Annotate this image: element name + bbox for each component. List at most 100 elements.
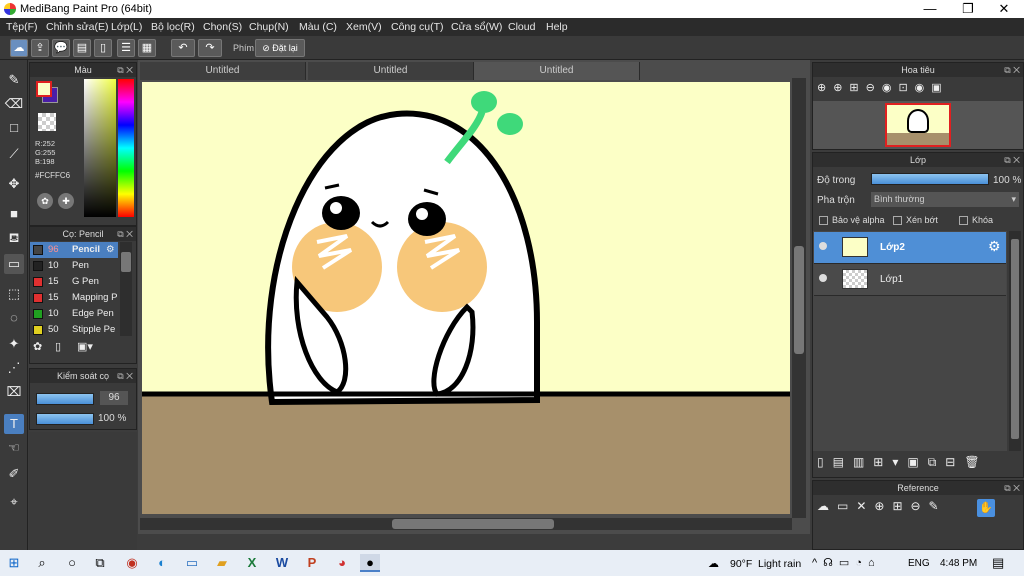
system-tray-icons[interactable]: ^☊▭◔⌂ — [812, 556, 881, 569]
menu-capture[interactable]: Chụp(N) — [249, 21, 289, 33]
tab-untitled-3[interactable]: Untitled — [474, 62, 640, 80]
visibility-icon[interactable] — [819, 274, 827, 282]
page-icon[interactable]: ▯ — [94, 39, 112, 57]
clipping-checkbox[interactable] — [893, 216, 902, 225]
reference-tool-icons[interactable]: ☁▭✕⊕⊞⊖✎ — [817, 499, 947, 513]
redo-button[interactable]: ↷ — [198, 39, 222, 57]
menu-edit[interactable]: Chỉnh sửa(E) — [46, 21, 108, 33]
panel-icon[interactable]: ▦ — [138, 39, 156, 57]
task-view-icon[interactable]: ⧉ — [90, 554, 110, 572]
gradient-tool-icon[interactable]: ▭ — [4, 254, 24, 274]
brush-item[interactable]: 15 Mapping P — [30, 290, 118, 306]
horizontal-scrollbar[interactable] — [140, 518, 792, 530]
menu-filter[interactable]: Bộ lọc(R) — [151, 21, 195, 33]
tab-untitled-1[interactable]: Untitled — [140, 62, 306, 80]
close-button[interactable]: ✕ — [986, 0, 1022, 18]
menu-color[interactable]: Màu (C) — [299, 21, 337, 33]
move-tool-icon[interactable]: ✥ — [4, 174, 24, 194]
menu-view[interactable]: Xem(V) — [346, 21, 382, 33]
hand-tool-icon[interactable]: ☜ — [4, 438, 24, 458]
menu-layer[interactable]: Lớp(L) — [111, 21, 142, 33]
dot-tool-icon[interactable]: ⟋ — [4, 144, 24, 164]
language-indicator[interactable]: ENG — [908, 558, 930, 569]
layer-action-icons[interactable]: ▯▤▥⊞▾▣⧉⊟🗑 — [817, 455, 989, 470]
drawing-canvas[interactable] — [142, 82, 790, 514]
bucket-tool-icon[interactable]: ⛾ — [4, 228, 24, 248]
lock-checkbox[interactable] — [959, 216, 968, 225]
layer-row-active[interactable]: Lớp2 ⚙ — [814, 232, 1006, 264]
protect-alpha-checkbox[interactable] — [819, 216, 828, 225]
brush-item[interactable]: 15 G Pen — [30, 274, 118, 290]
panel-close-icon[interactable]: ⧉ ✕ — [117, 227, 133, 241]
lasso-tool-icon[interactable]: ◌ — [4, 308, 24, 328]
cloud-icon[interactable]: ☁ — [10, 39, 28, 57]
brush-item[interactable]: 10 Edge Pen — [30, 306, 118, 322]
weather-icon[interactable]: ☁ — [708, 557, 719, 570]
monitor-icon[interactable]: ▭ — [182, 554, 202, 572]
transparent-swatch-icon[interactable] — [38, 113, 56, 131]
layer-opacity-slider[interactable] — [871, 173, 989, 185]
tab-untitled-2[interactable]: Untitled — [308, 62, 474, 80]
saturation-value-picker[interactable] — [84, 79, 116, 217]
menu-help[interactable]: Help — [546, 21, 568, 33]
palette-icon[interactable]: ✿ — [37, 193, 53, 209]
brush-size-slider[interactable] — [36, 393, 94, 405]
panel-close-icon[interactable]: ⧉ ✕ — [1004, 153, 1020, 167]
share-icon[interactable]: ⇪ — [31, 39, 49, 57]
text-tool-icon[interactable]: T — [4, 414, 24, 434]
select-pen-tool-icon[interactable]: ⋰ — [4, 358, 24, 378]
windows-start-icon[interactable]: ⊞ — [4, 554, 24, 572]
eyedropper-tool-icon[interactable]: ⌖ — [4, 492, 24, 512]
panel-close-icon[interactable]: ⧉ ✕ — [1004, 63, 1020, 77]
fill-rect-tool-icon[interactable]: ■ — [4, 204, 24, 224]
navigator-thumbnail[interactable] — [885, 103, 951, 147]
layer-list-scrollbar[interactable] — [1009, 231, 1021, 451]
brush-opacity-slider[interactable] — [36, 413, 94, 425]
layer-row[interactable]: Lớp1 — [814, 264, 1006, 296]
menu-cloud[interactable]: Cloud — [508, 21, 535, 33]
brush-tool-icon[interactable]: ✎ — [4, 70, 24, 90]
search-icon[interactable]: ⌕ — [32, 554, 52, 572]
brush-item[interactable]: 50 Stipple Pe — [30, 322, 118, 338]
brush-menu-icon[interactable]: ▣▾ — [77, 340, 99, 356]
brush-size-value[interactable]: 96 — [100, 391, 128, 405]
shape-tool-icon[interactable]: □ — [4, 118, 24, 138]
clock[interactable]: 4:48 PM — [940, 558, 977, 569]
comment-icon[interactable]: ▤ — [73, 39, 91, 57]
select-rect-tool-icon[interactable]: ⬚ — [4, 284, 24, 304]
powerpoint-icon[interactable]: P — [302, 554, 322, 572]
app-icon[interactable]: ◉ — [122, 554, 142, 572]
notification-icon[interactable]: ▤ — [992, 555, 1004, 571]
panel-close-icon[interactable]: ⧉ ✕ — [117, 369, 133, 383]
undo-button[interactable]: ↶ — [171, 39, 195, 57]
menu-select[interactable]: Chọn(S) — [203, 21, 242, 33]
brush-new-icon[interactable]: ▯ — [55, 340, 71, 356]
eraser-tool-icon[interactable]: ⌫ — [4, 94, 24, 114]
edge-icon[interactable]: ◐ — [152, 554, 172, 572]
reset-button[interactable]: ⊘ Đặt lại — [255, 39, 305, 57]
brush-list-scrollbar[interactable] — [120, 242, 132, 336]
panel-close-icon[interactable]: ⧉ ✕ — [1004, 481, 1020, 495]
file-explorer-icon[interactable]: ▰ — [212, 554, 232, 572]
brush-item[interactable]: 96 Pencil ⚙ — [30, 242, 118, 258]
brush-add-icon[interactable]: ✿ — [33, 340, 49, 356]
list-icon[interactable]: ☰ — [117, 39, 135, 57]
brush-item[interactable]: 10 Pen — [30, 258, 118, 274]
medibang-taskbar-icon[interactable]: ● — [360, 554, 380, 572]
palette-add-icon[interactable]: ✚ — [58, 193, 74, 209]
word-icon[interactable]: W — [272, 554, 292, 572]
menu-file[interactable]: Tệp(F) — [6, 21, 38, 33]
select-eraser-tool-icon[interactable]: ⌧ — [4, 382, 24, 402]
foreground-color-swatch[interactable] — [36, 81, 52, 97]
hand-icon[interactable]: ✋ — [977, 499, 995, 517]
magic-wand-tool-icon[interactable]: ✦ — [4, 334, 24, 354]
speech-icon[interactable]: 💬 — [52, 39, 70, 57]
blur-tool-icon[interactable]: ✐ — [4, 464, 24, 484]
menu-tools[interactable]: Công cụ(T) — [391, 21, 444, 33]
navigator-zoom-icons[interactable]: ⊕⊕⊞⊖◉⊡◉▣ — [817, 81, 949, 94]
minimize-button[interactable]: — — [912, 0, 948, 18]
blend-mode-select[interactable]: Bình thường ▾ — [871, 192, 1019, 207]
panel-close-icon[interactable]: ⧉ ✕ — [117, 63, 133, 77]
layer-settings-icon[interactable]: ⚙ — [988, 238, 1001, 255]
maximize-button[interactable]: ❐ — [950, 0, 986, 18]
